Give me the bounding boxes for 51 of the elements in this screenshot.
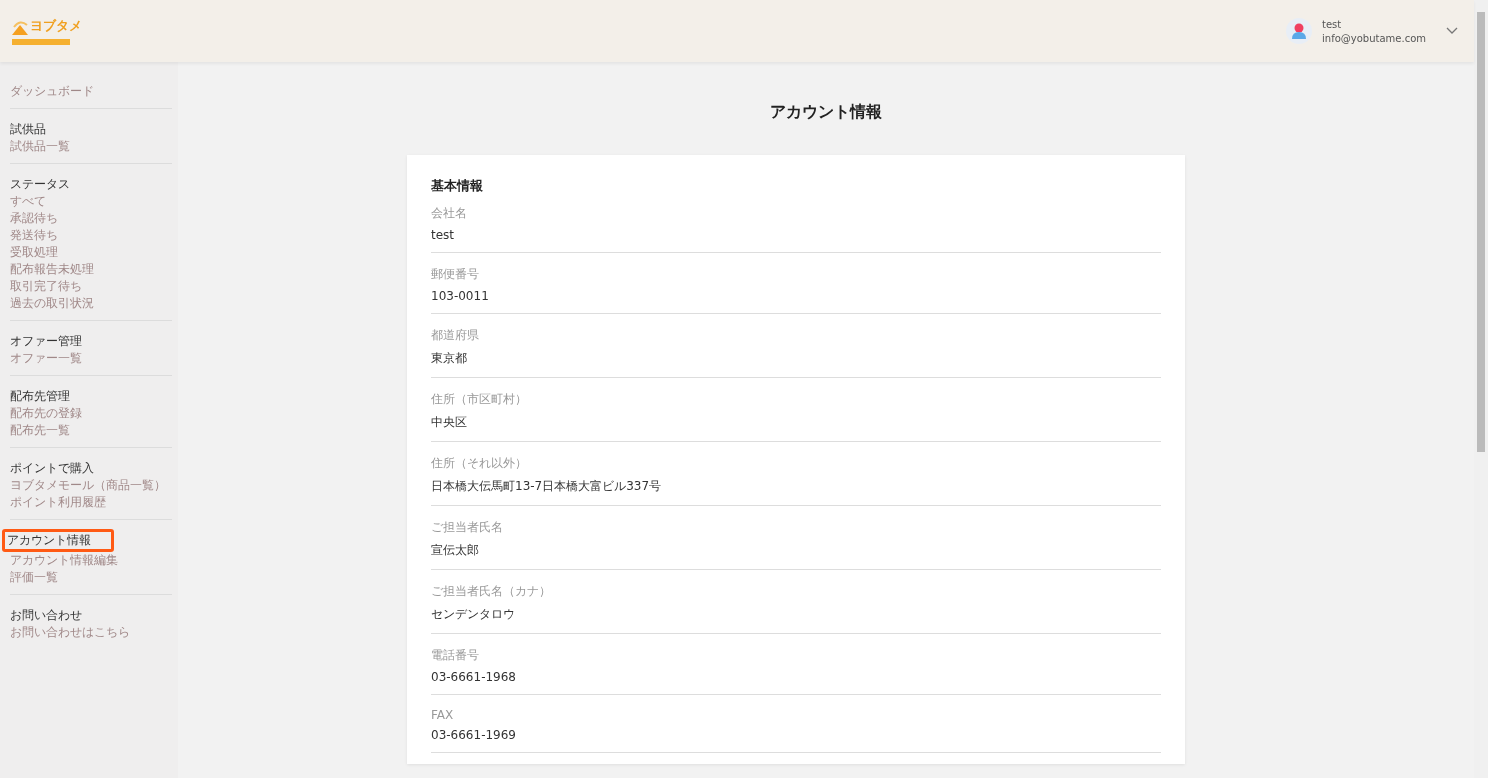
sidebar-heading: ステータス [10, 176, 70, 193]
logo-icon [12, 21, 28, 35]
field-value: センデンタロウ [431, 606, 516, 623]
sidebar-link[interactable]: ポイント利用履歴 [10, 494, 172, 511]
sidebar-link[interactable]: ダッシュボード [10, 83, 172, 100]
sidebar-heading: ポイントで購入 [10, 460, 94, 477]
field-label: 都道府県 [431, 327, 480, 344]
sidebar-heading: 試供品 [10, 121, 46, 138]
field-label: 住所（それ以外） [431, 455, 528, 472]
field-label: 住所（市区町村） [431, 391, 528, 408]
field-value: 03-6661-1968 [431, 670, 517, 684]
sidebar-link[interactable]: ヨブタメモール（商品一覧） [10, 477, 172, 494]
user-name: test [1322, 18, 1343, 30]
sidebar-link[interactable]: 過去の取引状況 [10, 295, 172, 312]
avatar-icon [1286, 18, 1313, 44]
sidebar-link[interactable]: オファー一覧 [10, 350, 172, 367]
sidebar-link[interactable]: 取引完了待ち [10, 278, 172, 295]
sidebar-heading: オファー管理 [10, 333, 82, 350]
logo-text[interactable]: ヨブタメ [30, 17, 82, 35]
field-label: 郵便番号 [431, 266, 480, 283]
sidebar-link[interactable]: アカウント情報編集 [10, 552, 172, 569]
field-label: 電話番号 [431, 647, 480, 664]
field-value: 宣伝太郎 [431, 542, 480, 559]
field-label: ご担当者氏名（カナ） [431, 583, 552, 600]
sidebar-heading: 配布先管理 [10, 388, 70, 405]
field-value: 日本橋大伝馬町13-7日本橋大富ビル337号 [431, 478, 663, 495]
sidebar-link[interactable]: 試供品一覧 [10, 138, 172, 155]
sidebar-link[interactable]: すべて [10, 193, 172, 210]
sidebar-link[interactable]: 評価一覧 [10, 569, 172, 586]
sidebar-link[interactable]: 承認待ち [10, 210, 172, 227]
field-value: 東京都 [431, 350, 468, 367]
field-value: test [431, 228, 456, 242]
field-value: 03-6661-1969 [431, 728, 517, 742]
sidebar-link[interactable]: 発送待ち [10, 227, 172, 244]
page-title: アカウント情報 [770, 102, 882, 123]
field-value: 中央区 [431, 414, 468, 431]
scroll-thumb-icon[interactable] [1477, 12, 1485, 452]
user-email: info@yobutame.com [1322, 32, 1426, 44]
field-label: 会社名 [431, 205, 468, 222]
sidebar-link[interactable]: 受取処理 [10, 244, 172, 261]
sidebar-link[interactable]: お問い合わせはこちら [10, 624, 172, 641]
sidebar-link[interactable]: 配布報告未処理 [10, 261, 172, 278]
card-title: 基本情報 [431, 177, 484, 195]
field-label: ご担当者氏名 [431, 519, 504, 536]
sidebar-heading: アカウント情報 [2, 529, 114, 552]
field-label: FAX [431, 708, 455, 722]
sidebar-heading: お問い合わせ [10, 607, 82, 624]
sidebar-link[interactable]: 配布先一覧 [10, 422, 172, 439]
chevron-down-icon[interactable] [1446, 27, 1458, 35]
field-value: 103-0011 [431, 289, 490, 303]
sidebar-link[interactable]: 配布先の登録 [10, 405, 172, 422]
